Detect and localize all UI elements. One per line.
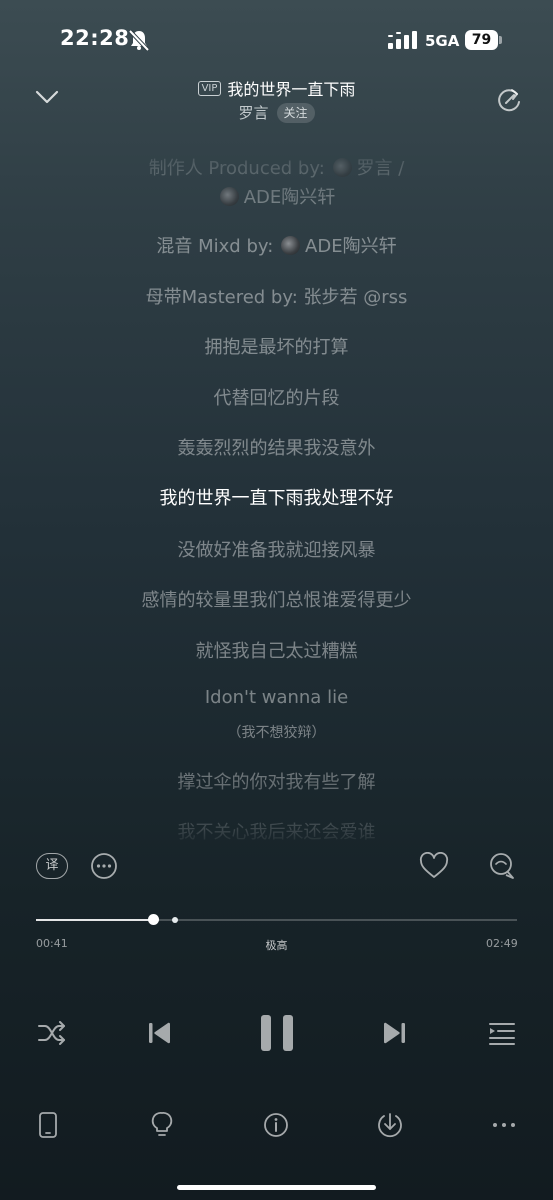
lyric-text: ADE陶兴轩 — [305, 236, 397, 257]
sound-quality: 极高 — [0, 937, 553, 953]
lyric-text: 制作人 Produced by: — [148, 158, 325, 179]
network-type: 5GA — [425, 32, 460, 50]
device-icon[interactable] — [37, 1111, 59, 1139]
lyric-line: 撑过伞的你对我有些了解 — [177, 772, 376, 793]
pause-icon[interactable] — [258, 1013, 296, 1053]
progress-marker — [172, 917, 178, 923]
translate-button[interactable]: 译 — [36, 853, 68, 879]
lyric-line: 没做好准备我就迎接风暴 — [177, 540, 376, 561]
artist-name[interactable]: 罗言 — [238, 102, 268, 123]
status-time: 22:28 — [60, 26, 130, 50]
lyric-text: 罗言 / — [356, 158, 405, 179]
more-dots-icon[interactable] — [491, 1113, 517, 1137]
heart-icon[interactable] — [419, 852, 449, 880]
share-refresh-icon[interactable] — [495, 86, 523, 114]
sound-quality-label[interactable]: 极高 — [266, 939, 288, 952]
lyric-line: 拥抱是最坏的打算 — [204, 337, 349, 358]
more-circle-icon[interactable] — [90, 852, 118, 880]
comment-icon[interactable] — [487, 851, 517, 881]
lyric-line: 就怪我自己太过糟糕 — [195, 641, 358, 662]
lyric-line-current: 我的世界一直下雨我处理不好 — [159, 488, 394, 509]
lyric-line: 母带Mastered by: 张步若 @rss — [145, 287, 408, 308]
playlist-icon[interactable] — [487, 1019, 517, 1047]
progress-knob[interactable] — [148, 914, 159, 925]
battery-level: 79 — [465, 30, 498, 50]
lyric-text: 混音 Mixd by: — [156, 236, 274, 257]
total-time: 02:49 — [486, 937, 518, 950]
lyric-line: ADE陶兴轩 — [0, 183, 553, 209]
lyric-line: 代替回忆的片段 — [213, 388, 340, 409]
follow-button[interactable]: 关注 — [276, 102, 315, 123]
next-icon[interactable] — [381, 1019, 409, 1047]
info-icon[interactable] — [263, 1112, 289, 1138]
home-indicator[interactable] — [177, 1185, 376, 1190]
progress-fill — [36, 919, 153, 921]
silent-bell-icon — [128, 29, 150, 51]
lyric-line: Idon't wanna lie — [204, 687, 349, 708]
avatar — [332, 158, 352, 177]
song-title-row: VIP 我的世界一直下雨 — [0, 76, 553, 100]
lyric-translation: （我不想狡辩） — [227, 725, 326, 741]
lyric-text: ADE陶兴轩 — [243, 187, 336, 208]
vip-badge: VIP — [197, 80, 222, 96]
lyric-line: 感情的较量里我们总恨谁爱得更少 — [141, 590, 412, 611]
avatar — [219, 187, 239, 206]
shuffle-icon[interactable] — [37, 1019, 67, 1047]
avatar — [281, 236, 301, 255]
lyrics-panel[interactable]: 制作人 Produced by: 罗言 / ADE陶兴轩 混音 Mixd by:… — [0, 140, 553, 848]
cellular-signal-icon — [388, 31, 417, 49]
battery-tip — [499, 36, 502, 44]
download-icon[interactable] — [377, 1111, 403, 1139]
song-title: 我的世界一直下雨 — [227, 80, 356, 99]
lightbulb-icon[interactable] — [150, 1111, 174, 1139]
battery-indicator: 79 — [465, 30, 503, 50]
artist-row: 罗言 关注 — [0, 102, 553, 123]
lyric-line: 我不关心我后来还会爱谁 — [177, 822, 376, 843]
previous-icon[interactable] — [145, 1019, 173, 1047]
lyric-line: 轰轰烈烈的结果我没意外 — [177, 438, 376, 459]
lyric-line: 制作人 Produced by: 罗言 / — [0, 154, 553, 180]
lyric-line: 混音 Mixd by: ADE陶兴轩 — [0, 232, 553, 258]
